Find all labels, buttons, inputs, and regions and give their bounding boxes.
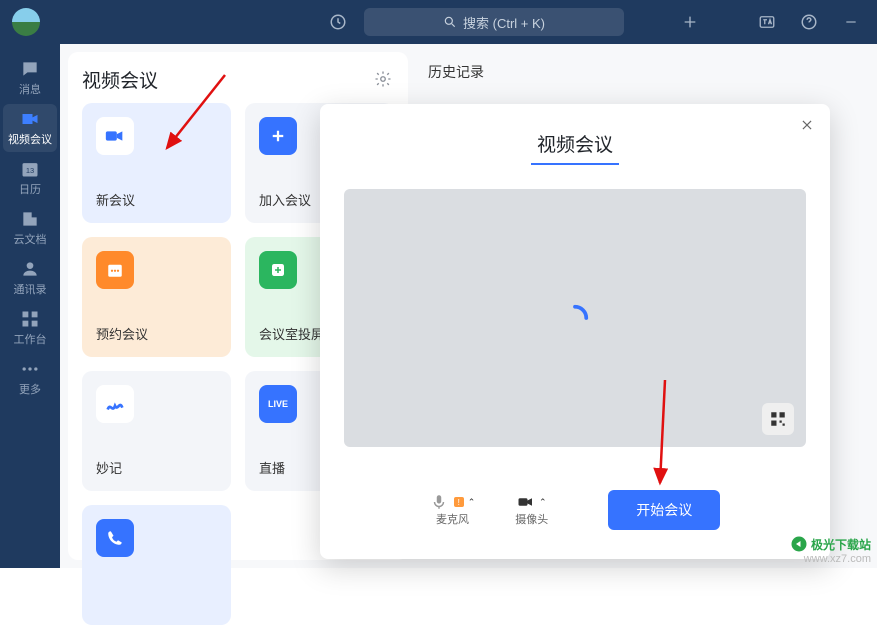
page-title: 视频会议 [82,66,158,93]
start-meeting-dialog: 视频会议 ! ⌃ 麦克风 ⌃ 摄像头 开始会议 [320,104,830,559]
dialog-title: 视频会议 [531,130,619,165]
warning-badge-icon: ! [454,497,464,507]
nav-label: 云文档 [14,231,47,247]
logo-icon [790,535,808,553]
nav-label: 视频会议 [8,131,52,147]
minimize-icon[interactable] [837,8,865,36]
nav-label: 通讯录 [14,281,47,297]
doc-icon [20,209,40,229]
card-new-meeting[interactable]: 新会议 [82,103,231,223]
gear-icon[interactable] [374,70,394,90]
microphone-toggle[interactable]: ! ⌃ 麦克风 [430,493,476,527]
video-camera-icon [96,117,134,155]
nav-docs[interactable]: 云文档 [3,204,57,252]
close-icon[interactable] [798,116,816,134]
camera-toggle[interactable]: ⌃ 摄像头 [515,493,548,527]
mic-label: 麦克风 [436,511,469,527]
search-input[interactable]: 搜索 (Ctrl + K) [364,8,624,36]
history-title: 历史记录 [428,62,857,82]
help-icon[interactable] [795,8,823,36]
camera-preview [344,189,806,447]
svg-text:13: 13 [26,166,34,175]
nav-messages[interactable]: 消息 [3,54,57,102]
card-label: 新会议 [96,190,217,209]
qr-icon[interactable] [762,403,794,435]
nav-video-meeting[interactable]: 视频会议 [3,104,57,152]
nav-calendar[interactable]: 13 日历 [3,154,57,202]
card-label: 预约会议 [96,324,217,343]
card-schedule-meeting[interactable]: 预约会议 [82,237,231,357]
camera-icon [517,493,535,511]
live-icon: LIVE [259,385,297,423]
plus-icon[interactable] [676,8,704,36]
card-label: 妙记 [96,458,217,477]
cast-icon [259,251,297,289]
chevron-up-icon[interactable]: ⌃ [468,497,476,508]
camera-label: 摄像头 [515,511,548,527]
plus-square-icon [259,117,297,155]
nav-workspace[interactable]: 工作台 [3,304,57,352]
watermark-name: 极光下载站 [811,536,871,553]
card-notes[interactable]: 妙记 [82,371,231,491]
notes-icon [96,385,134,423]
video-icon [20,109,40,129]
loading-spinner-icon [560,303,590,333]
search-placeholder: 搜索 (Ctrl + K) [463,13,545,32]
phone-icon [96,519,134,557]
start-meeting-button[interactable]: 开始会议 [608,490,720,530]
nav-contacts[interactable]: 通讯录 [3,254,57,302]
contacts-icon [20,259,40,279]
watermark-url: www.xz7.com [804,553,871,565]
mic-icon [430,493,448,511]
nav-label: 工作台 [14,331,47,347]
chevron-up-icon[interactable]: ⌃ [539,497,547,508]
card-phone[interactable] [82,505,231,625]
nav-more[interactable]: 更多 [3,354,57,402]
history-icon[interactable] [324,8,352,36]
nav-label: 更多 [19,381,41,397]
calendar-schedule-icon [96,251,134,289]
nav-label: 日历 [19,181,41,197]
translate-icon[interactable] [753,8,781,36]
watermark: 极光下载站 www.xz7.com [790,535,871,565]
calendar-icon: 13 [20,159,40,179]
avatar[interactable] [12,8,40,36]
nav-label: 消息 [19,81,41,97]
more-icon [20,359,40,379]
apps-icon [20,309,40,329]
chat-icon [20,59,40,79]
search-icon [443,15,457,29]
